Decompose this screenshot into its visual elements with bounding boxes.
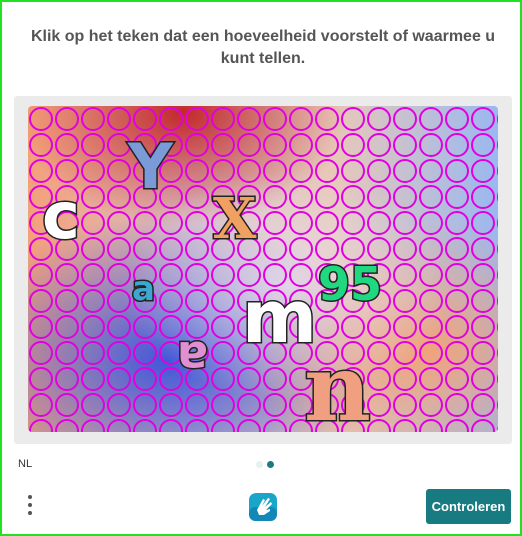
captcha-frame: Klik op het teken dat een hoeveelheid vo… xyxy=(0,0,522,536)
page-dot-2-active xyxy=(267,461,274,468)
hcaptcha-hand-icon[interactable] xyxy=(246,490,280,524)
kebab-menu-icon[interactable] xyxy=(22,492,38,522)
glyph-a-pink: a xyxy=(177,331,208,385)
page-dot-1 xyxy=(256,461,263,468)
challenge-image[interactable]: Y X c a 95 m a n xyxy=(28,106,498,432)
glyph-Y: Y xyxy=(127,130,174,203)
challenge-prompt: Klik op het teken dat een hoeveelheid vo… xyxy=(30,28,496,67)
verify-button[interactable]: Controleren xyxy=(426,489,511,524)
language-selector[interactable]: NL xyxy=(18,458,32,470)
glyph-n: n xyxy=(304,334,371,432)
glyph-a-small: a xyxy=(132,269,155,309)
glyph-c: c xyxy=(42,180,80,254)
ring-pattern xyxy=(28,106,498,432)
glyph-95: 95 xyxy=(318,257,382,311)
challenge-area: Y X c a 95 m a n xyxy=(14,96,512,444)
glyph-X: X xyxy=(213,186,257,252)
